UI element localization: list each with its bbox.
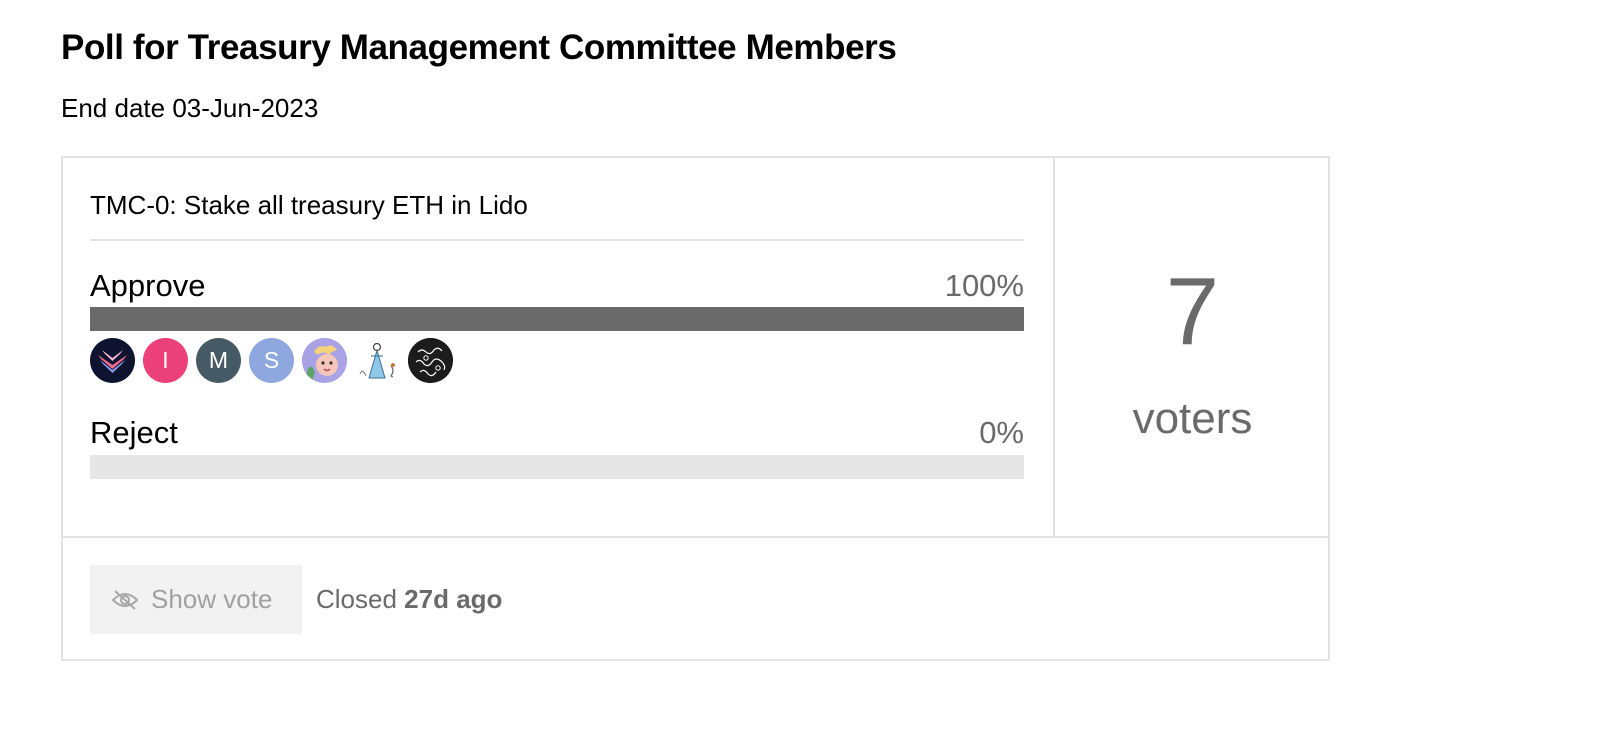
avatar-initial: I (162, 347, 169, 373)
voter-avatar[interactable]: I (143, 338, 188, 383)
voters-count: 7 (1165, 258, 1220, 365)
bar-track-approve (90, 307, 1024, 331)
voter-avatar[interactable] (408, 338, 453, 383)
poll-card: TMC-0: Stake all treasury ETH in Lido Ap… (61, 156, 1330, 661)
voters-label: voters (1132, 394, 1253, 443)
approve-voters-list: I M S (90, 338, 453, 383)
status-prefix: Closed (316, 584, 397, 614)
puzzle-pattern-icon (408, 338, 453, 383)
voter-avatar[interactable] (355, 338, 400, 383)
avatar-initial: S (263, 347, 280, 373)
poll-footer: Show vote Closed 27d ago (63, 536, 1328, 663)
voter-avatar[interactable] (90, 338, 135, 383)
question-divider (90, 239, 1024, 241)
show-vote-label: Show vote (151, 584, 273, 614)
voter-avatar[interactable]: S (249, 338, 294, 383)
eye-off-icon (111, 589, 139, 611)
option-label-approve: Approve (90, 268, 206, 303)
voter-avatar[interactable]: M (196, 338, 241, 383)
poll-question: TMC-0: Stake all treasury ETH in Lido (90, 190, 528, 220)
voters-count-panel: 7 voters (1055, 158, 1330, 536)
poll-title: Poll for Treasury Management Committee M… (61, 28, 897, 67)
option-reject: Reject 0% (90, 415, 1024, 451)
cartoon-character-icon (302, 338, 347, 383)
show-vote-button[interactable]: Show vote (90, 565, 302, 634)
avatar-initial: M (208, 347, 229, 373)
wings-logo-icon (98, 350, 127, 373)
poll-results-panel: TMC-0: Stake all treasury ETH in Lido Ap… (63, 158, 1055, 536)
figure-sketch-icon (355, 338, 400, 383)
option-percent-approve: 100% (944, 268, 1024, 303)
bar-fill-approve (90, 307, 1024, 331)
bar-track-reject (90, 455, 1024, 479)
option-label-reject: Reject (90, 415, 178, 450)
poll-end-date: End date 03-Jun-2023 (61, 93, 319, 123)
option-approve: Approve 100% (90, 268, 1024, 304)
voter-avatar[interactable] (302, 338, 347, 383)
option-percent-reject: 0% (979, 415, 1024, 450)
poll-status: Closed 27d ago (316, 584, 502, 615)
status-time: 27d ago (404, 584, 503, 614)
